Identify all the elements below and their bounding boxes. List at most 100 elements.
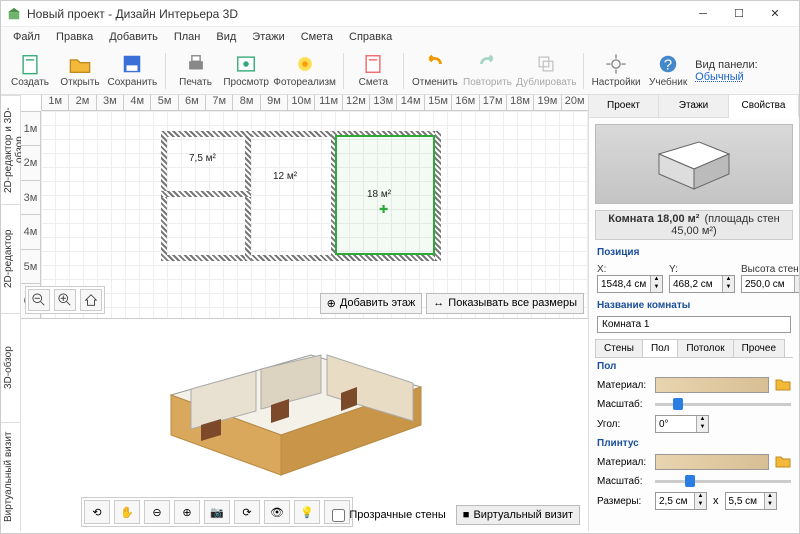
subtab-ceiling[interactable]: Потолок [677,339,733,357]
floor-material-swatch[interactable] [655,377,769,393]
doc-icon [19,53,41,75]
help-icon: ? [657,53,679,75]
menu-floors[interactable]: Этажи [246,29,290,45]
redo-icon [476,53,498,75]
toolbar-print-button[interactable]: Печать [173,51,219,90]
menu-plan[interactable]: План [168,29,207,45]
dup-icon [535,53,557,75]
floorplan: 7,5 м² 12 м² 18 м² ✚ [161,131,441,261]
window-title: Новый проект - Дизайн Интерьера 3D [27,7,685,21]
panel-tab-floors[interactable]: Этажи [659,95,729,117]
panel-tab-properties[interactable]: Свойства [729,95,799,118]
floor-angle-input[interactable]: ▲▼ [655,415,709,433]
menu-smeta[interactable]: Смета [295,29,339,45]
toolbar-save-button[interactable]: Сохранить [107,51,158,90]
panel-view-link[interactable]: Обычный [695,71,744,83]
panel-view-label: Вид панели: Обычный [695,59,793,83]
room-label-1: 7,5 м² [189,153,216,164]
plan-2d-tools [25,286,105,314]
pos-y-input[interactable]: ▲▼ [669,275,735,293]
plinth-heading: Плинтус [589,435,799,452]
zoom-out-button[interactable] [28,289,50,311]
toolbar-photo-button[interactable]: Фотореализм [274,51,336,90]
plinth-scale-slider[interactable] [655,474,791,488]
panel-tab-project[interactable]: Проект [589,95,659,117]
toolbar-doc-button[interactable]: Создать [7,51,53,90]
home-button[interactable] [80,289,102,311]
minimize-button[interactable]: ─ [685,1,721,27]
floor-heading: Пол [589,358,799,375]
position-heading: Позиция [589,244,799,261]
pos-x-input[interactable]: ▲▼ [597,275,663,293]
photo-icon [294,53,316,75]
add-floor-icon: ⊕ [327,297,336,310]
toolbar-view-button[interactable]: Просмотр [223,51,270,90]
plinth-height-input[interactable]: ▲▼ [725,492,777,510]
folder-icon[interactable] [775,454,791,470]
zoom-in-3d-button[interactable]: ⊕ [174,500,200,524]
transparent-walls-check[interactable]: Прозрачные стены [332,509,445,522]
menu-file[interactable]: Файл [7,29,46,45]
room-label-2: 12 м² [273,171,297,182]
isometric-render [141,325,441,485]
close-button[interactable]: ✕ [757,1,793,27]
subtab-walls[interactable]: Стены [595,339,643,357]
orbit-button[interactable]: ⟲ [84,500,110,524]
toolbar-dup-button[interactable]: Дублировать [516,51,576,90]
menu-edit[interactable]: Правка [50,29,99,45]
toolbar: СоздатьОткрытьСохранить ПечатьПросмотрФот… [1,47,799,95]
side-tab-2d-3d[interactable]: 2D-редактор и 3D-обзор [1,95,20,204]
gear-icon [605,53,627,75]
side-tab-virtual[interactable]: Виртуальный визит [1,422,20,531]
menu-add[interactable]: Добавить [103,29,164,45]
plinth-material-swatch[interactable] [655,454,769,470]
side-tab-3d[interactable]: 3D-обзор [1,313,20,422]
titlebar: Новый проект - Дизайн Интерьера 3D ─ ☐ ✕ [1,1,799,27]
menu-help[interactable]: Справка [343,29,398,45]
app-icon [7,7,21,21]
virtual-visit-button[interactable]: ■ Виртуальный визит [456,505,580,525]
zoom-out-3d-button[interactable]: ⊖ [144,500,170,524]
menu-view[interactable]: Вид [210,29,242,45]
view-icon [235,53,257,75]
eye-button[interactable]: 👁 [264,500,290,524]
toolbar-help-button[interactable]: ?Учебник [645,51,691,90]
print-icon [185,53,207,75]
room-3d-preview [595,124,793,204]
menubar: Файл Правка Добавить План Вид Этажи Смет… [1,27,799,47]
room-name-input[interactable] [597,316,791,333]
toolbar-open-button[interactable]: Открыть [57,51,103,90]
light-button[interactable]: 💡 [294,500,320,524]
est-icon [362,53,384,75]
save-icon [121,53,143,75]
subtab-other[interactable]: Прочее [733,339,785,357]
plan-3d-viewport[interactable]: ⟲ ✋ ⊖ ⊕ 📷 ⟳ 👁 💡 ◐ Прозрачные стены ■ Вир… [21,318,588,531]
plan-canvas[interactable]: 7,5 м² 12 м² 18 м² ✚ [41,111,588,318]
floor-scale-slider[interactable] [655,397,791,411]
toolbar-redo-button[interactable]: Повторить [462,51,512,90]
room-label-3: 18 м² [367,189,391,200]
properties-panel: Проект Этажи Свойства Комната 18,00 м² (… [589,95,799,531]
toolbar-undo-button[interactable]: Отменить [411,51,458,90]
center-marker-icon: ✚ [379,203,388,216]
plan-2d-viewport[interactable]: 1м2м3м4м5м6м7м8м9м10м11м12м13м14м15м16м1… [21,95,588,318]
show-dimensions-button[interactable]: ↔Показывать все размеры [426,293,584,314]
dimensions-icon: ↔ [433,297,444,309]
plinth-width-input[interactable]: ▲▼ [655,492,707,510]
pan-button[interactable]: ✋ [114,500,140,524]
zoom-in-button[interactable] [54,289,76,311]
ruler-horizontal: 1м2м3м4м5м6м7м8м9м10м11м12м13м14м15м16м1… [41,95,588,111]
reset-view-button[interactable]: ⟳ [234,500,260,524]
wall-height-input[interactable]: ▲▼ [741,275,799,293]
folder-icon[interactable] [775,377,791,393]
maximize-button[interactable]: ☐ [721,1,757,27]
subtab-floor[interactable]: Пол [642,339,678,357]
camera-button[interactable]: 📷 [204,500,230,524]
toolbar-gear-button[interactable]: Настройки [591,51,641,90]
side-tabs: 2D-редактор и 3D-обзор 2D-редактор 3D-об… [1,95,21,531]
side-tab-2d[interactable]: 2D-редактор [1,204,20,313]
svg-text:?: ? [664,57,672,74]
add-floor-button[interactable]: ⊕Добавить этаж [320,293,423,314]
toolbar-est-button[interactable]: Смета [350,51,396,90]
roomname-heading: Название комнаты [589,297,799,314]
